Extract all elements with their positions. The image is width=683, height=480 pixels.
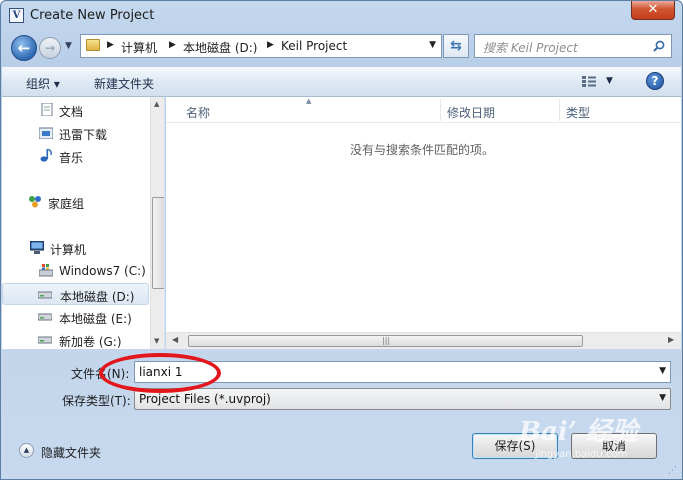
address-dropdown-icon[interactable]: ▼ — [429, 40, 436, 50]
nav-item-music[interactable]: 音乐 — [2, 145, 149, 167]
filename-value[interactable]: lianxi 1 — [139, 365, 183, 379]
document-icon — [41, 103, 53, 116]
column-name[interactable]: 名称 — [186, 104, 210, 121]
empty-folder-message: 没有与搜索条件匹配的项。 — [350, 143, 495, 157]
drive-icon — [38, 336, 52, 344]
scroll-right-arrow-icon[interactable]: ▶ — [668, 335, 674, 344]
resize-grip-icon[interactable]: ⋰ — [668, 465, 680, 477]
recent-pages-dropdown-icon[interactable]: ▼ — [65, 41, 72, 51]
help-icon[interactable]: ? — [646, 72, 664, 90]
nav-item-label: 迅雷下载 — [59, 128, 108, 142]
column-header-row: ▲ 名称 修改日期 类型 — [166, 97, 681, 123]
view-options-icon[interactable] — [582, 76, 596, 87]
hide-folders-label: 隐藏文件夹 — [41, 446, 102, 460]
breadcrumb-drive-d[interactable]: 本地磁盘 (D:) — [183, 39, 257, 56]
scroll-left-arrow-icon[interactable]: ◀ — [172, 335, 178, 344]
search-input[interactable]: 搜索 Keil Project — [474, 34, 672, 58]
navigation-scrollbar[interactable]: ▲ ▼ — [150, 97, 164, 349]
close-button[interactable]: ✕ — [631, 1, 675, 20]
address-bar[interactable]: ▶ 计算机 ▶ 本地磁盘 (D:) ▶ Keil Project ▼ — [80, 34, 442, 58]
breadcrumb-computer[interactable]: 计算机 — [121, 39, 157, 56]
scroll-down-arrow-icon[interactable]: ▼ — [154, 337, 159, 345]
forward-arrow-icon[interactable]: → — [39, 37, 61, 59]
filetype-select[interactable]: Project Files (*.uvproj) ▼ — [134, 388, 671, 410]
system-drive-icon — [39, 264, 53, 277]
horizontal-scrollbar[interactable]: ◀ ||| ▶ — [166, 332, 681, 349]
search-placeholder: 搜索 Keil Project — [483, 41, 578, 55]
scrollbar-grip: ||| — [382, 336, 391, 345]
nav-item-new-volume-g[interactable]: 新加卷 (G:) — [2, 329, 149, 349]
back-arrow-icon[interactable]: ← — [11, 35, 37, 61]
filetype-label: 保存类型(T): — [62, 394, 131, 408]
cancel-button[interactable]: 取消 — [571, 433, 657, 459]
save-dialog-window: V Create New Project ✕ ← → ▼ ▶ 计算机 ▶ 本地磁… — [0, 0, 683, 480]
search-icon[interactable] — [653, 40, 665, 52]
scroll-up-arrow-icon[interactable]: ▲ — [154, 100, 159, 108]
title-bar[interactable]: V Create New Project ✕ — [1, 1, 682, 31]
window-title: Create New Project — [30, 8, 155, 23]
scrollbar-thumb[interactable]: ||| — [188, 335, 583, 347]
new-folder-button[interactable]: 新建文件夹 — [94, 75, 154, 92]
music-icon — [40, 149, 52, 162]
homegroup-icon — [29, 196, 41, 208]
filename-field[interactable]: lianxi 1 ▼ — [134, 361, 671, 383]
collapse-arrow-icon: ▲ — [19, 443, 34, 458]
filetype-value: Project Files (*.uvproj) — [139, 392, 271, 406]
command-toolbar: 组织 ▾ 新建文件夹 ▼ ? — [2, 66, 681, 97]
chevron-down-icon[interactable]: ▼ — [659, 393, 666, 403]
drive-icon — [38, 313, 52, 321]
nav-item-label: Windows7 (C:) — [59, 264, 146, 278]
nav-item-label: 音乐 — [59, 151, 84, 165]
nav-item-label: 文档 — [59, 105, 84, 119]
folder-icon — [86, 39, 100, 51]
save-button[interactable]: 保存(S) — [472, 433, 558, 459]
keil-app-icon: V — [9, 8, 24, 23]
nav-item-homegroup[interactable]: 家庭组 — [2, 191, 149, 213]
column-divider[interactable] — [440, 99, 441, 121]
nav-item-local-disk-e[interactable]: 本地磁盘 (E:) — [2, 306, 149, 328]
column-divider[interactable] — [559, 99, 560, 121]
column-type[interactable]: 类型 — [566, 104, 590, 121]
column-date-modified[interactable]: 修改日期 — [447, 104, 495, 121]
nav-item-label: 新加卷 (G:) — [59, 335, 122, 349]
filename-history-dropdown-icon[interactable]: ▼ — [659, 366, 666, 376]
file-list-pane[interactable]: ▲ 名称 修改日期 类型 没有与搜索条件匹配的项。 ◀ ||| ▶ — [166, 97, 681, 349]
sort-ascending-icon: ▲ — [306, 97, 312, 105]
scrollbar-thumb[interactable] — [152, 197, 164, 289]
nav-item-label: 计算机 — [50, 243, 87, 257]
nav-item-label: 本地磁盘 (E:) — [59, 312, 132, 326]
download-folder-icon — [39, 127, 53, 139]
breadcrumb-keil-project[interactable]: Keil Project — [281, 39, 347, 53]
nav-item-documents[interactable]: 文档 — [2, 99, 149, 121]
view-dropdown-icon[interactable]: ▼ — [606, 76, 613, 86]
drive-icon — [38, 291, 52, 299]
breadcrumb-separator-icon[interactable]: ▶ — [169, 40, 176, 50]
nav-item-label: 家庭组 — [48, 197, 85, 211]
hide-folders-toggle[interactable]: ▲ 隐藏文件夹 — [15, 441, 115, 461]
nav-item-xunlei-downloads[interactable]: 迅雷下载 — [2, 122, 149, 144]
refresh-icon[interactable]: ⇆ — [443, 34, 469, 58]
breadcrumb-separator-icon[interactable]: ▶ — [267, 40, 274, 50]
nav-item-computer[interactable]: 计算机 — [2, 237, 149, 259]
breadcrumb-separator-icon[interactable]: ▶ — [107, 40, 114, 50]
navigation-pane: 文档 迅雷下载 音乐 家庭组 计算机 Windows7 (C:) 本地磁盘 (D… — [2, 97, 165, 349]
nav-item-label: 本地磁盘 (D:) — [60, 290, 135, 304]
organize-menu-button[interactable]: 组织 ▾ — [26, 75, 60, 92]
nav-item-local-disk-d[interactable]: 本地磁盘 (D:) — [2, 283, 149, 305]
nav-item-windows7-c[interactable]: Windows7 (C:) — [2, 260, 149, 282]
filename-label: 文件名(N): — [71, 367, 130, 381]
computer-icon — [30, 241, 44, 254]
